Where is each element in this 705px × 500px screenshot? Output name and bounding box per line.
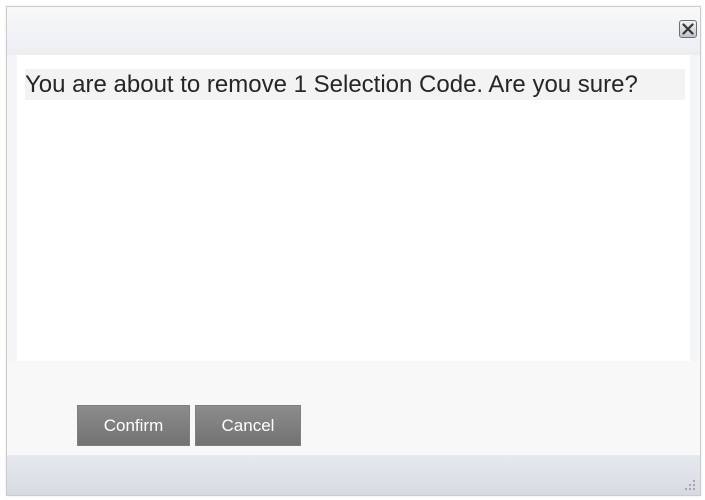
- confirm-button[interactable]: Confirm: [77, 405, 190, 446]
- cancel-button[interactable]: Cancel: [195, 405, 301, 446]
- dialog-button-row: Confirm Cancel: [7, 361, 700, 457]
- dialog-footer: [7, 455, 700, 495]
- confirmation-message: You are about to remove 1 Selection Code…: [25, 69, 685, 100]
- dialog-titlebar: [7, 7, 700, 55]
- close-button[interactable]: [679, 20, 697, 38]
- close-icon: [682, 23, 694, 35]
- resize-grip-icon[interactable]: [684, 479, 696, 491]
- confirm-remove-dialog: You are about to remove 1 Selection Code…: [6, 6, 701, 496]
- dialog-content: You are about to remove 1 Selection Code…: [17, 55, 690, 361]
